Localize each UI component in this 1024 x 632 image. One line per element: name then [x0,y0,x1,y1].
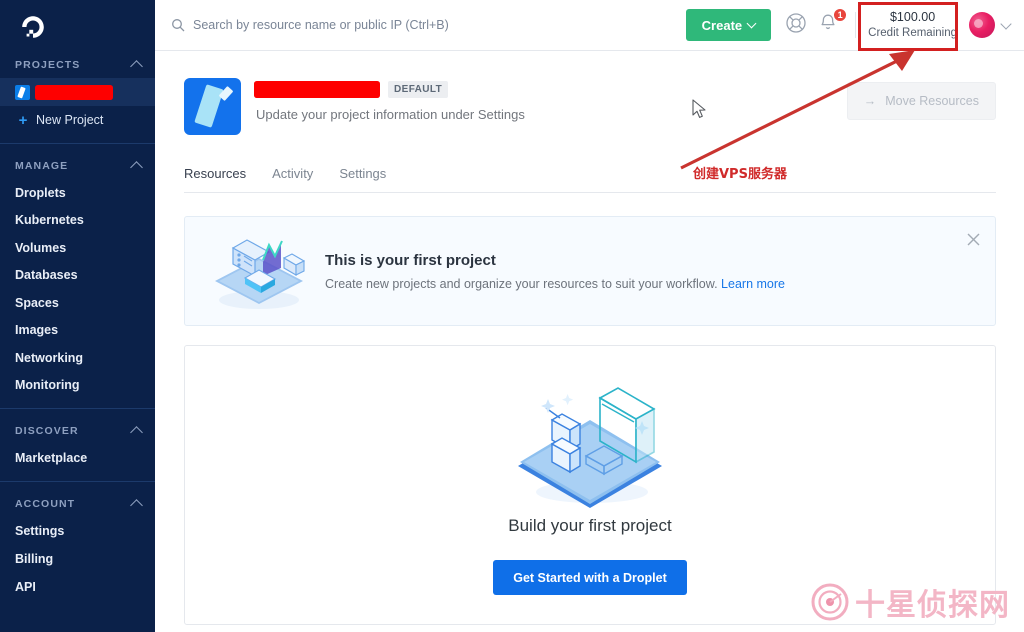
tab-activity[interactable]: Activity [272,166,313,192]
project-tabs: Resources Activity Settings [184,166,996,193]
sidebar-section-discover-label: DISCOVER [15,425,79,437]
banner-illustration [203,228,315,314]
get-started-droplet-button[interactable]: Get Started with a Droplet [493,560,687,595]
sidebar-item-volumes[interactable]: Volumes [0,234,155,262]
learn-more-link[interactable]: Learn more [721,277,785,291]
banner-text-block: This is your first project Create new pr… [325,252,785,291]
arrow-right-icon: → [863,94,877,108]
plus-icon: + [18,111,28,129]
redacted-project-name [37,86,111,98]
credit-amount: $100.00 [889,9,936,24]
close-icon [967,233,980,246]
sidebar-item-images[interactable]: Images [0,317,155,345]
first-project-banner: This is your first project Create new pr… [184,216,996,326]
project-tag-icon [15,84,30,100]
sidebar-item-settings[interactable]: Settings [0,517,155,545]
search-icon [171,18,185,32]
sidebar-item-label: Marketplace [15,451,88,465]
sidebar-item-spaces[interactable]: Spaces [0,289,155,317]
chevron-up-icon [130,499,143,512]
move-resources-label: Move Resources [885,94,979,108]
project-title-row: DEFAULT [256,78,525,100]
sidebar-section-manage[interactable]: MANAGE [0,153,155,179]
tab-resources[interactable]: Resources [184,166,246,192]
help-button[interactable] [785,12,811,38]
banner-title: This is your first project [325,251,496,269]
app-root: PROJECTS + New Project MANAGE Droplets K… [0,0,1024,632]
project-subtitle: Update your project information under Se… [256,107,525,122]
banner-description: Create new projects and organize your re… [325,277,785,291]
search-input[interactable] [193,18,613,32]
sidebar-item-label: API [15,580,36,594]
project-header: DEFAULT Update your project information … [184,51,996,135]
sidebar-item-new-project-label: New Project [36,113,104,127]
sidebar-item-networking[interactable]: Networking [0,344,155,372]
sidebar-item-api[interactable]: API [0,573,155,601]
sidebar-section-discover[interactable]: DISCOVER [0,418,155,444]
sidebar-item-active-project[interactable] [0,78,155,106]
top-bar: Create 1 [155,0,1024,51]
empty-state-title: Build your first project [508,516,672,535]
sidebar-item-billing[interactable]: Billing [0,545,155,573]
sidebar-item-label: Droplets [15,185,66,200]
sidebar-section-account[interactable]: ACCOUNT [0,491,155,517]
tab-settings[interactable]: Settings [339,166,386,192]
sidebar-item-label: Settings [15,524,65,538]
sidebar-item-kubernetes[interactable]: Kubernetes [0,207,155,235]
sidebar-item-label: Spaces [15,295,59,310]
sidebar-item-new-project[interactable]: + New Project [0,106,155,134]
header-separator [855,12,857,38]
notifications-button[interactable]: 1 [817,8,848,38]
create-button-label: Create [701,17,743,33]
sidebar-item-label: Monitoring [15,378,80,393]
sidebar-item-databases[interactable]: Databases [0,262,155,290]
content-area: DEFAULT Update your project information … [155,51,1024,625]
sidebar-item-label: Databases [15,268,78,283]
banner-description-text: Create new projects and organize your re… [325,276,718,291]
sidebar-item-droplets[interactable]: Droplets [0,179,155,207]
sidebar-item-label: Kubernetes [15,213,84,228]
notification-badge: 1 [833,8,848,22]
sidebar-section-projects-label: PROJECTS [15,59,81,71]
lifebuoy-icon [786,13,806,33]
create-button[interactable]: Create [685,9,772,41]
sidebar-section-projects[interactable]: PROJECTS [0,52,155,78]
banner-close-button[interactable] [967,233,980,246]
project-title-block: DEFAULT Update your project information … [256,78,525,122]
sidebar-item-label: Billing [15,552,54,566]
empty-state-card: Build your first project Get Started wit… [184,345,996,625]
sidebar-item-label: Volumes [15,240,67,255]
chevron-down-icon[interactable] [1000,17,1012,30]
chevron-up-icon [130,426,143,439]
create-button-zone: Create [685,9,772,41]
credit-info[interactable]: $100.00 Credit Remaining [868,9,957,41]
status-badge: DEFAULT [388,80,449,98]
sidebar-item-label: Networking [15,350,84,365]
sidebar-section-account-label: ACCOUNT [15,498,76,510]
sidebar-item-marketplace[interactable]: Marketplace [0,444,155,472]
credit-label: Credit Remaining [868,26,957,39]
search-container[interactable] [171,18,686,32]
redacted-project-title [256,82,378,96]
avatar[interactable] [969,12,995,38]
empty-state-illustration [500,374,680,514]
chevron-down-icon [746,18,757,29]
tag-shape [194,84,224,128]
digitalocean-logo[interactable] [0,0,155,52]
sidebar-section-manage-label: MANAGE [15,160,69,172]
move-resources-button[interactable]: → Move Resources [846,82,996,120]
sidebar: PROJECTS + New Project MANAGE Droplets K… [0,0,155,632]
sidebar-item-monitoring[interactable]: Monitoring [0,372,155,400]
project-icon [184,78,241,135]
chevron-up-icon [130,161,143,174]
main-area: Create 1 [155,0,1024,632]
sidebar-manage-list: Droplets Kubernetes Volumes Databases Sp… [0,179,155,399]
sidebar-item-label: Images [15,323,59,338]
chevron-up-icon [130,60,143,73]
